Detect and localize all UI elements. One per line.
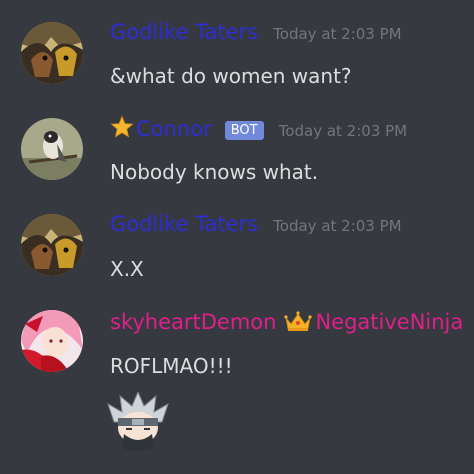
username-connor[interactable]: Connor (136, 117, 212, 141)
timestamp: Today at 2:03 PM (278, 122, 408, 140)
message-text: ROFLMAO!!! (110, 354, 233, 378)
bat-avatar-icon[interactable] (21, 214, 83, 276)
bird-avatar-icon[interactable] (21, 118, 83, 180)
bot-badge: BOT (224, 121, 264, 140)
star-icon (110, 115, 134, 138)
message-header: skyheartDemon NegativeNinja (110, 310, 463, 340)
username-godlike-taters[interactable]: Godlike Taters (110, 212, 258, 236)
message-header: Connor BOT Today at 2:03 PM (110, 115, 407, 145)
message-text: Nobody knows what. (110, 160, 319, 184)
timestamp: Today at 2:03 PM (273, 217, 402, 235)
anime-girl-avatar-icon[interactable] (21, 310, 83, 372)
username-negativeninja[interactable]: NegativeNinja (315, 310, 463, 334)
message-header: Godlike Taters Today at 2:03 PM (110, 20, 402, 50)
username-godlike-taters[interactable]: Godlike Taters (110, 20, 258, 44)
bat-avatar-icon[interactable] (21, 22, 83, 84)
message-text: X.X (110, 257, 144, 281)
timestamp: Today at 2:03 PM (273, 25, 402, 43)
username-skyheartdemon[interactable]: skyheartDemon (110, 310, 276, 334)
chibi-ninja-emote-icon (107, 392, 169, 451)
message-text: &what do women want? (110, 64, 352, 88)
message-header: Godlike Taters Today at 2:03 PM (110, 212, 402, 242)
crown-icon (284, 311, 313, 331)
